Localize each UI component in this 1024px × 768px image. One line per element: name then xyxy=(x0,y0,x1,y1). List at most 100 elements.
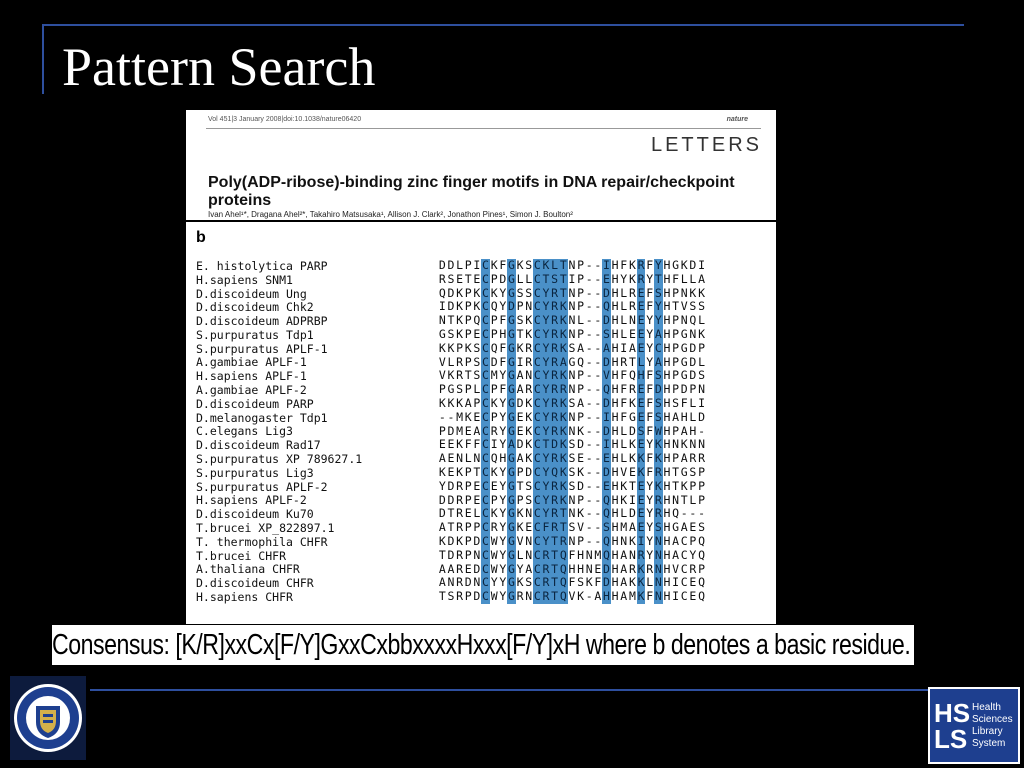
residue: T xyxy=(680,492,688,507)
residue: C xyxy=(533,313,542,328)
residue: Y xyxy=(438,478,446,493)
residue: K xyxy=(456,464,464,479)
residue: K xyxy=(558,395,568,411)
residue: T xyxy=(558,271,568,287)
residue: H xyxy=(663,409,671,424)
residue: P xyxy=(672,326,680,341)
residue: A xyxy=(654,354,663,370)
residue: I xyxy=(438,299,446,314)
residue: F xyxy=(646,589,654,604)
residue: R xyxy=(654,492,663,508)
residue: Y xyxy=(541,409,551,425)
residue: K xyxy=(490,506,498,521)
residue: F xyxy=(620,382,628,397)
residue: A xyxy=(516,368,524,383)
residue: K xyxy=(558,423,568,439)
residue: I xyxy=(473,258,481,272)
residue: R xyxy=(525,354,533,369)
residue: R xyxy=(636,271,646,287)
residue: C xyxy=(481,561,490,577)
residue: K xyxy=(525,395,533,410)
residue: K xyxy=(558,313,568,328)
residue: E xyxy=(636,478,646,494)
residue: H xyxy=(611,326,619,341)
residue: R xyxy=(490,423,498,438)
residue: G xyxy=(507,409,516,425)
residue: - xyxy=(585,326,593,341)
hsls-letters: HS LS xyxy=(934,697,971,754)
residue: C xyxy=(533,478,542,494)
residue: T xyxy=(558,506,568,522)
residue: T xyxy=(628,354,636,369)
residue: D xyxy=(602,395,611,411)
residue: - xyxy=(585,464,593,479)
residue: C xyxy=(680,533,688,548)
residue: E xyxy=(447,464,455,479)
residue: Y xyxy=(646,437,654,452)
residue: E xyxy=(473,492,481,507)
residue: C xyxy=(481,285,490,301)
residue: H xyxy=(611,478,619,493)
residue: G xyxy=(507,464,516,480)
alignment-row: H.sapiens APLF-1 V K R T S C M Y G A N C Y R K N P - - V H F Q H… xyxy=(196,368,706,384)
residue: C xyxy=(533,589,542,604)
residue: E xyxy=(490,478,498,493)
residue: A xyxy=(438,520,446,535)
residue: F xyxy=(464,437,472,452)
residue: Y xyxy=(499,299,507,314)
residue: S xyxy=(473,368,481,383)
residue: G xyxy=(680,354,688,369)
residue: H xyxy=(663,589,671,604)
residue: Q xyxy=(698,533,705,548)
residue: H xyxy=(680,409,688,424)
residue: H xyxy=(499,451,507,466)
residue: R xyxy=(550,506,559,522)
residue: P xyxy=(490,271,498,286)
residue: Y xyxy=(499,395,507,410)
alignment-row: T.brucei XP_822897.1 A T R P P C R Y G K E C F R T S V - - S… xyxy=(196,520,706,535)
residue: R xyxy=(550,313,559,328)
residue: H xyxy=(611,561,619,576)
residue: N xyxy=(585,547,593,562)
residue: R xyxy=(550,368,559,384)
residue: N xyxy=(568,492,576,507)
sequence: KDKPDCWYGVNCYTRNP--QHNKIYNHACPQ xyxy=(438,533,706,549)
sequence: QDKPKCKYGSSCYRTNP--DHLREFSHPNKK xyxy=(438,285,706,301)
residue: Q xyxy=(558,547,568,563)
residue: W xyxy=(490,589,498,604)
residue: A xyxy=(438,575,446,590)
residue: P xyxy=(464,258,472,272)
residue: H xyxy=(611,271,619,286)
residue: H xyxy=(663,395,671,410)
alignment-row: A.gambiae APLF-1 V L R P S C D F G I R C Y R A G Q - - D H R T L… xyxy=(196,354,706,370)
residue: Y xyxy=(499,478,507,493)
residue: K xyxy=(516,258,524,272)
residue: F xyxy=(568,575,576,590)
sequence: VLRPSCDFGIRCYRAGQ--DHRTLYAHPGDL xyxy=(438,354,706,370)
residue: H xyxy=(611,575,619,590)
residue: P xyxy=(516,299,524,314)
residue: Q xyxy=(602,382,611,397)
residue: K xyxy=(438,464,446,479)
residue: - xyxy=(585,437,593,452)
residue: F xyxy=(646,299,654,314)
residue: P xyxy=(698,340,705,355)
residue: S xyxy=(689,464,697,479)
residue: - xyxy=(594,478,602,493)
residue: G xyxy=(507,313,516,328)
consensus-text: Consensus: [K/R]xxCx[F/Y]GxxCxbbxxxxHxxx… xyxy=(52,625,914,665)
residue: D xyxy=(602,285,611,301)
residue: C xyxy=(533,409,542,425)
sequence: RSETECPDGLLCTSTIP--EHYKRYTHFLLA xyxy=(438,271,706,287)
residue: K xyxy=(525,409,533,424)
residue: N xyxy=(680,313,688,328)
residue: N xyxy=(525,506,533,521)
residue: I xyxy=(602,409,611,425)
residue: P xyxy=(464,313,472,328)
residue: N xyxy=(525,299,533,314)
residue: S xyxy=(568,340,576,355)
species-name: D.discoideum Rad17 xyxy=(196,438,321,453)
alignment-row: D.melanogaster Tdp1- - M K E C P Y G E K C Y R K N P - - I H… xyxy=(196,409,706,425)
residue: D xyxy=(447,547,455,562)
residue: R xyxy=(628,561,636,576)
